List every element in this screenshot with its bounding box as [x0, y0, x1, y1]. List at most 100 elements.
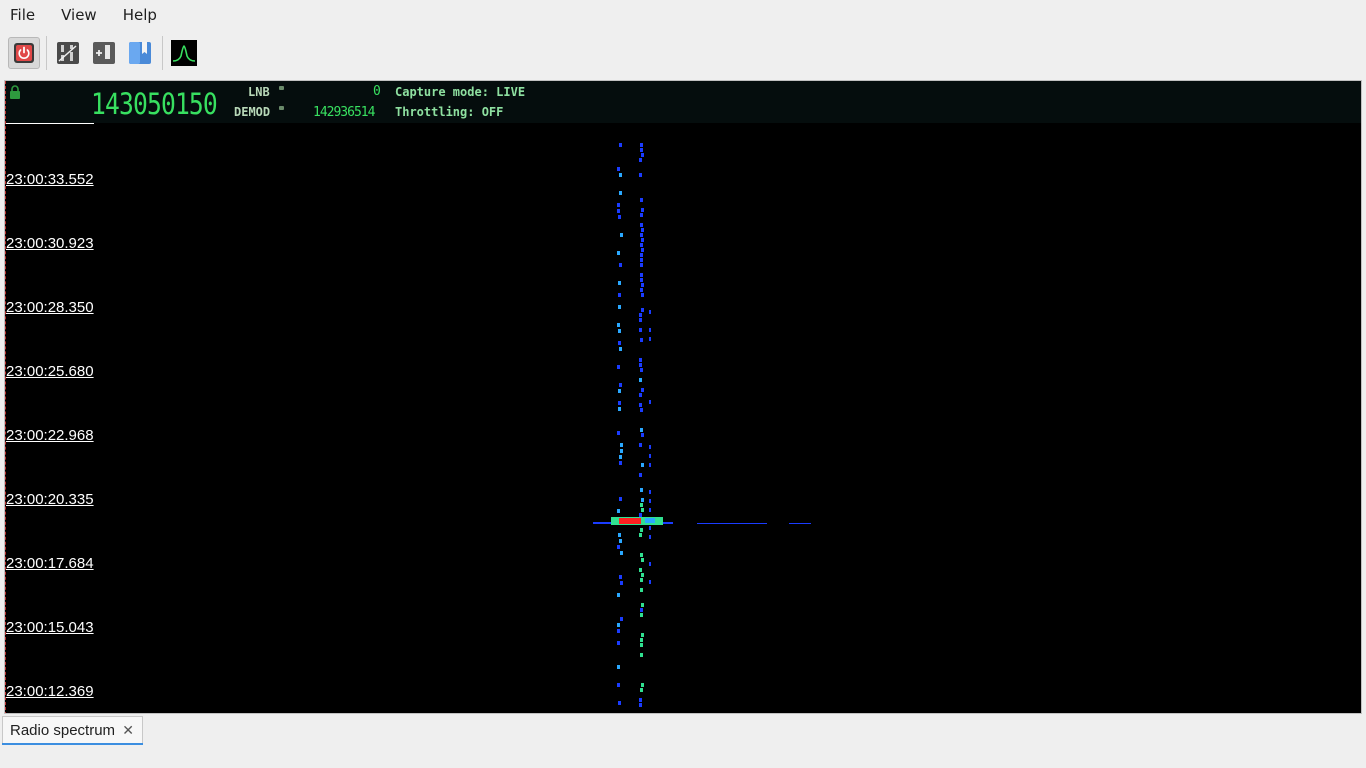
bookmarks-button[interactable]: [126, 39, 154, 67]
main-frequency-display[interactable]: 143050150: [91, 87, 218, 121]
signal-trace: [640, 578, 643, 582]
signal-trace: [618, 533, 621, 537]
signal-trace: [620, 443, 623, 447]
time-axis-top-line: [6, 123, 94, 124]
capture-mode-status: Capture mode: LIVE: [395, 85, 526, 99]
signal-trace: [641, 683, 644, 687]
signal-trace: [640, 643, 643, 647]
demod-label: DEMOD: [234, 105, 271, 119]
lock-icon[interactable]: [9, 85, 21, 99]
tab-bar: Radio spectrum ✕: [0, 716, 1366, 746]
signal-trace: [620, 551, 623, 555]
signal-burst: [789, 523, 811, 524]
waterfall-display[interactable]: [5, 81, 1361, 713]
signal-trace: [649, 454, 651, 458]
signal-trace: [617, 167, 620, 171]
signal-trace: [641, 208, 644, 212]
signal-trace: [618, 407, 621, 411]
signal-trace: [649, 463, 651, 467]
signal-trace: [640, 223, 643, 227]
signal-trace: [640, 198, 643, 202]
signal-trace: [640, 528, 643, 532]
signal-trace: [618, 701, 621, 705]
signal-trace: [617, 665, 620, 669]
left-edge-marker: [5, 81, 7, 713]
signal-trace: [649, 337, 651, 341]
signal-trace: [640, 258, 643, 262]
menu-help[interactable]: Help: [113, 6, 157, 24]
signal-trace: [641, 283, 644, 287]
tab-radio-spectrum[interactable]: Radio spectrum ✕: [2, 716, 143, 743]
signal-trace: [617, 593, 620, 597]
signal-trace: [620, 617, 623, 621]
menu-file[interactable]: File: [0, 6, 35, 24]
signal-trace: [617, 545, 620, 549]
signal-trace: [618, 341, 621, 345]
add-bookmark-icon: [93, 42, 115, 64]
signal-trace: [619, 497, 622, 501]
signal-burst: [697, 523, 767, 524]
signal-trace: [641, 308, 644, 312]
signal-trace: [618, 281, 621, 285]
demod-lock-icon[interactable]: [279, 106, 284, 110]
bookmarks-icon: [129, 42, 151, 64]
frequency-lcd: 143050150 LNB 0 DEMOD 142936514 Capture …: [5, 81, 1361, 123]
signal-trace: [649, 535, 651, 539]
time-label: 23:00:15.043: [6, 619, 94, 636]
signal-trace: [617, 641, 620, 645]
signal-trace: [617, 203, 620, 207]
spectrum-button[interactable]: [170, 39, 198, 67]
menu-bar: File View Help: [0, 0, 1366, 30]
signal-trace: [649, 400, 651, 404]
signal-trace: [641, 248, 644, 252]
signal-trace: [649, 508, 651, 512]
signal-trace: [641, 498, 644, 502]
signal-trace: [640, 503, 643, 507]
lnb-value[interactable]: 0: [373, 84, 381, 99]
signal-trace: [619, 173, 622, 177]
settings-panel-button[interactable]: [54, 39, 82, 67]
signal-trace: [640, 688, 643, 692]
signal-trace: [641, 153, 644, 157]
time-label: 23:00:33.552: [6, 171, 94, 188]
signal-trace: [617, 683, 620, 687]
close-icon[interactable]: ✕: [122, 722, 134, 738]
signal-trace: [619, 143, 622, 147]
signal-trace: [640, 148, 643, 152]
signal-trace: [639, 443, 642, 447]
throttling-status: Throttling: OFF: [395, 105, 504, 119]
time-label: 23:00:30.923: [6, 235, 94, 252]
signal-trace: [617, 365, 620, 369]
signal-trace: [640, 653, 643, 657]
signal-trace: [639, 313, 642, 317]
signal-trace: [620, 233, 623, 237]
time-label: 23:00:12.369: [6, 683, 94, 700]
time-label: 23:00:28.350: [6, 299, 94, 316]
signal-trace: [640, 338, 643, 342]
signal-trace: [640, 588, 643, 592]
lnb-lock-icon[interactable]: [279, 86, 284, 90]
signal-trace: [640, 368, 643, 372]
signal-trace: [617, 509, 620, 513]
power-icon: [14, 43, 34, 63]
toolbar: [0, 32, 1366, 74]
power-button[interactable]: [8, 37, 40, 69]
signal-trace: [641, 633, 644, 637]
signal-trace: [620, 449, 623, 453]
menu-view[interactable]: View: [51, 6, 97, 24]
spectrum-viewport[interactable]: 143050150 LNB 0 DEMOD 142936514 Capture …: [4, 80, 1362, 714]
time-label: 23:00:22.968: [6, 427, 94, 444]
add-bookmark-button[interactable]: [90, 39, 118, 67]
signal-trace: [640, 408, 643, 412]
signal-trace: [619, 455, 622, 459]
signal-trace: [619, 539, 622, 543]
signal-trace: [617, 251, 620, 255]
demod-value[interactable]: 142936514: [313, 105, 375, 120]
signal-trace: [639, 358, 642, 362]
signal-trace: [619, 383, 622, 387]
signal-trace: [641, 228, 644, 232]
signal-trace: [617, 323, 620, 327]
signal-trace: [639, 328, 642, 332]
signal-trace: [640, 428, 643, 432]
signal-trace: [618, 389, 621, 393]
